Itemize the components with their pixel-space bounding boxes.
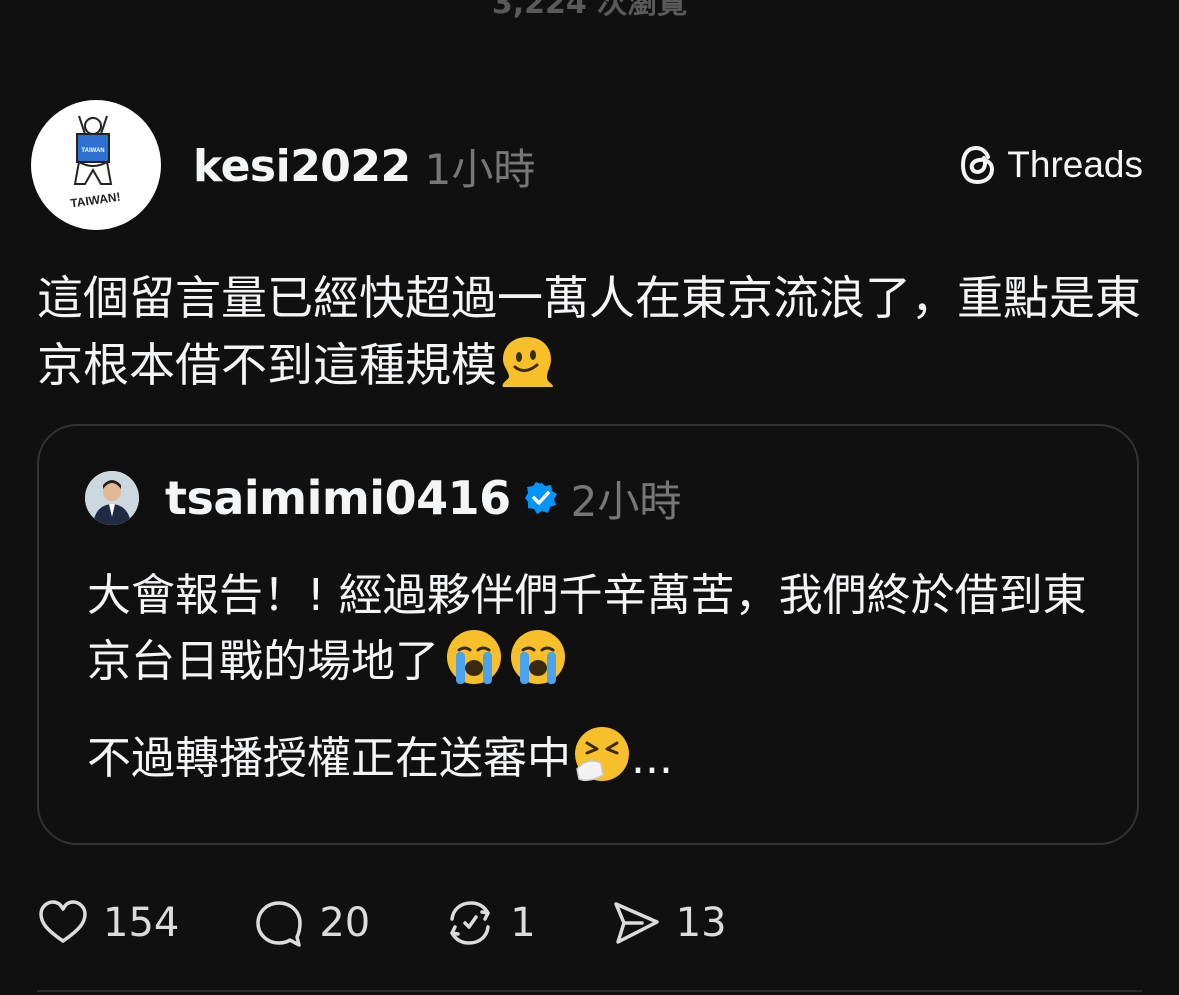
repost-icon [450,901,491,945]
author-avatar[interactable]: TAIWAN TAIWAN! [31,100,161,230]
speech-bubble-icon [256,901,303,947]
avatar-text: TAIWAN! [69,190,121,211]
quoted-post-header: tsaimimi0416 2小時 [165,470,681,526]
threads-brand: Threads [959,140,1143,190]
quoted-post-time: 2小時 [570,476,682,526]
quoted-post[interactable]: tsaimimi0416 2小時 大會報告！! 經過夥伴們千辛萬苦，我們終於借到… [37,424,1139,845]
threads-brand-label: Threads [1007,144,1143,185]
quoted-paragraph-2: 不過轉播授權正在送審中 ... [87,725,1097,791]
post-body: 這個留言量已經快超過一萬人在東京流浪了，重點是東京根本借不到這種規模 [37,266,1147,398]
melting-face-emoji [502,337,553,387]
like-count: 154 [103,900,180,946]
repost-count: 1 [510,900,536,946]
post-actions: 154 20 1 13 [37,895,727,951]
loudly-crying-face-emoji [447,630,501,684]
quoted-author-avatar[interactable] [85,471,139,525]
reply-count: 20 [319,900,371,946]
post-divider [37,990,1142,992]
quoted-paragraph-2-text: 不過轉播授權正在送審中 [87,733,571,784]
author-username[interactable]: kesi2022 [193,141,411,192]
share-button[interactable]: 13 [610,897,727,949]
post-time: 1小時 [424,144,536,194]
avatar-shirt-text: TAIWAN [81,148,104,154]
quoted-post-body: 大會報告！! 經過夥伴們千辛萬苦，我們終於借到東京台日戰的場地了 不過轉播授權正… [87,563,1097,791]
quoted-paragraph-1: 大會報告！! 經過夥伴們千辛萬苦，我們終於借到東京台日戰的場地了 [87,563,1097,694]
person-avatar-image [85,471,139,525]
view-count: 3,224 次瀏覽 [491,0,688,21]
verified-badge-icon [524,482,557,514]
threads-logo-icon [961,145,995,185]
taiwan-mascot-avatar-image: TAIWAN TAIWAN! [69,115,121,211]
quoted-paragraph-1-text: 大會報告！! 經過夥伴們千辛萬苦，我們終於借到東京台日戰的場地了 [87,570,1087,687]
reply-button[interactable]: 20 [253,897,370,949]
loudly-crying-face-emoji [511,630,565,684]
repost-button[interactable]: 1 [444,897,536,949]
post-header: kesi2022 1小時 [193,138,535,194]
heart-icon [39,900,87,943]
sneezing-face-emoji [575,727,629,782]
quoted-author-username[interactable]: tsaimimi0416 [165,471,511,525]
send-icon [613,902,659,944]
like-button[interactable]: 154 [37,897,179,949]
share-count: 13 [675,900,727,946]
quoted-paragraph-2-ellipsis: ... [631,733,673,784]
post-text: 這個留言量已經快超過一萬人在東京流浪了，重點是東京根本借不到這種規模 [37,271,1141,392]
